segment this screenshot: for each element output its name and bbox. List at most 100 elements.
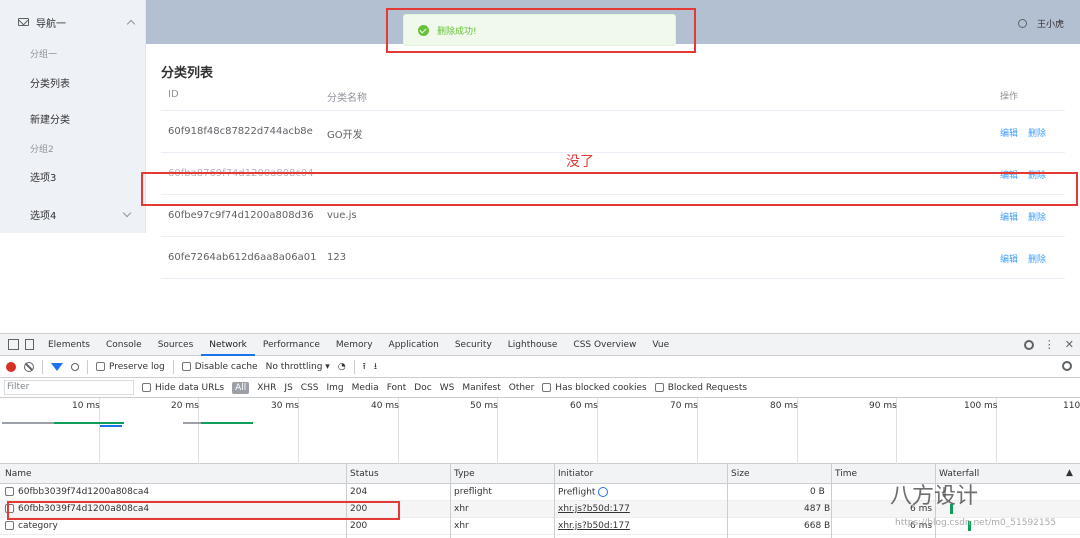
import-har-icon[interactable]: ⭱	[363, 359, 366, 375]
sidebar-nav-label: 导航一	[36, 18, 66, 30]
row-name: GO开发	[327, 130, 363, 141]
checkbox[interactable]	[96, 361, 105, 371]
record-icon[interactable]	[6, 361, 16, 372]
request-initiator[interactable]: xhr.js?b50d:177	[558, 521, 630, 531]
type-filter-xhr[interactable]: XHR	[257, 383, 276, 393]
tab-console[interactable]: Console	[98, 334, 150, 356]
hide-data-urls-toggle[interactable]: Hide data URLs	[142, 382, 224, 393]
annotation-box-toast	[386, 8, 696, 53]
request-status: 200	[350, 521, 368, 531]
delete-link[interactable]: 删除	[1028, 255, 1046, 265]
tab-elements[interactable]: Elements	[40, 334, 98, 356]
separator	[172, 359, 174, 374]
column-header-name[interactable]: Name	[5, 469, 32, 479]
network-settings-icon[interactable]	[1062, 361, 1072, 371]
request-initiator[interactable]: xhr.js?b50d:177	[558, 504, 630, 514]
edit-link[interactable]: 编辑	[1000, 255, 1018, 265]
wifi-icon[interactable]: ◔	[338, 362, 346, 372]
search-icon[interactable]	[71, 362, 79, 371]
column-header-time[interactable]: Time	[835, 469, 857, 479]
blocked-requests-toggle[interactable]: Blocked Requests	[654, 382, 747, 393]
more-options-icon[interactable]: ⋮	[1044, 338, 1055, 351]
preserve-log-label: Preserve log	[109, 361, 165, 372]
sidebar-nav-one[interactable]: 导航一	[18, 14, 136, 30]
checkbox[interactable]	[142, 382, 151, 392]
request-initiator[interactable]: Preflight	[558, 487, 609, 498]
type-filter-media[interactable]: Media	[352, 383, 379, 393]
filter-bar: Filter Hide data URLs All XHR JS CSS Img…	[0, 378, 1080, 398]
tab-performance[interactable]: Performance	[255, 334, 328, 356]
tab-vue[interactable]: Vue	[644, 334, 677, 356]
device-toolbar-icon[interactable]	[25, 339, 34, 350]
sidebar-item-option4[interactable]: 选项4	[30, 207, 132, 222]
sidebar-item-category-list[interactable]: 分类列表	[30, 75, 70, 90]
edit-link[interactable]: 编辑	[1000, 213, 1018, 223]
separator	[353, 359, 355, 374]
sidebar-item-option3[interactable]: 选项3	[30, 169, 56, 184]
row-id: 60fbe97c9f74d1200a808d36	[168, 210, 314, 221]
column-divider[interactable]	[450, 464, 451, 538]
tab-memory[interactable]: Memory	[328, 334, 381, 356]
checkbox[interactable]	[542, 382, 552, 392]
column-header-type[interactable]: Type	[454, 469, 475, 479]
chevron-down-icon	[122, 208, 132, 218]
delete-link[interactable]: 删除	[1028, 129, 1046, 139]
filter-input[interactable]: Filter	[4, 380, 134, 395]
edit-link[interactable]: 编辑	[1000, 129, 1018, 139]
filter-funnel-icon[interactable]	[51, 362, 63, 371]
row-actions: 编辑 删除	[1000, 210, 1056, 223]
column-divider[interactable]	[727, 464, 728, 538]
type-filter-manifest[interactable]: Manifest	[462, 383, 500, 393]
type-filter-other[interactable]: Other	[509, 383, 535, 393]
has-blocked-cookies-toggle[interactable]: Has blocked cookies	[542, 382, 647, 393]
type-filter-js[interactable]: JS	[284, 383, 292, 393]
file-icon	[5, 521, 14, 530]
tick-label: 80 ms	[770, 401, 798, 411]
delete-link[interactable]: 删除	[1028, 213, 1046, 223]
inspect-element-icon[interactable]	[8, 339, 19, 350]
throttling-select[interactable]: No throttling ▾	[266, 362, 330, 372]
info-icon[interactable]	[598, 487, 609, 497]
tick-label: 40 ms	[371, 401, 399, 411]
settings-icon[interactable]	[1017, 19, 1027, 28]
user-menu[interactable]: 王小虎	[1017, 17, 1064, 30]
settings-gear-icon[interactable]	[1023, 339, 1034, 350]
tick-label: 60 ms	[570, 401, 598, 411]
row-name: vue.js	[327, 210, 357, 221]
clear-icon[interactable]	[24, 361, 34, 372]
type-filter-all[interactable]: All	[232, 381, 250, 394]
checkbox[interactable]	[654, 382, 664, 392]
tab-sources[interactable]: Sources	[150, 334, 202, 356]
timeline-overview[interactable]: 10 ms 20 ms 30 ms 40 ms 50 ms 60 ms 70 m…	[0, 398, 1080, 464]
tab-lighthouse[interactable]: Lighthouse	[500, 334, 566, 356]
preserve-log-toggle[interactable]: Preserve log	[96, 361, 165, 372]
column-header-status[interactable]: Status	[350, 469, 379, 479]
column-divider[interactable]	[554, 464, 555, 538]
close-icon[interactable]: ✕	[1065, 338, 1074, 351]
tick-label: 50 ms	[470, 401, 498, 411]
tab-security[interactable]: Security	[447, 334, 500, 356]
watermark-url: https://blog.csdn.net/m0_51592155	[895, 518, 1057, 528]
type-filter-css[interactable]: CSS	[301, 383, 319, 393]
tick-label: 100 ms	[964, 401, 998, 411]
export-har-icon[interactable]: ⭳	[374, 359, 377, 375]
tab-network[interactable]: Network	[201, 334, 255, 356]
disable-cache-label: Disable cache	[194, 361, 258, 372]
type-filter-doc[interactable]: Doc	[414, 383, 431, 393]
request-bar	[201, 422, 253, 424]
type-filter-font[interactable]: Font	[387, 383, 407, 393]
column-header-actions: 操作	[1000, 92, 1019, 102]
type-filter-img[interactable]: Img	[327, 383, 344, 393]
type-filter-ws[interactable]: WS	[440, 383, 455, 393]
tab-application[interactable]: Application	[381, 334, 447, 356]
sidebar-item-new-category[interactable]: 新建分类	[30, 111, 70, 126]
sidebar-item-option4-label: 选项4	[30, 211, 57, 222]
column-divider[interactable]	[831, 464, 832, 538]
request-name: category	[5, 521, 58, 531]
column-header-size[interactable]: Size	[731, 469, 749, 479]
row-id: 60f918f48c87822d744acb8e	[168, 126, 313, 137]
checkbox[interactable]	[181, 361, 191, 371]
column-header-initiator[interactable]: Initiator	[558, 469, 593, 479]
tab-css-overview[interactable]: CSS Overview	[565, 334, 644, 356]
disable-cache-toggle[interactable]: Disable cache	[181, 361, 258, 372]
